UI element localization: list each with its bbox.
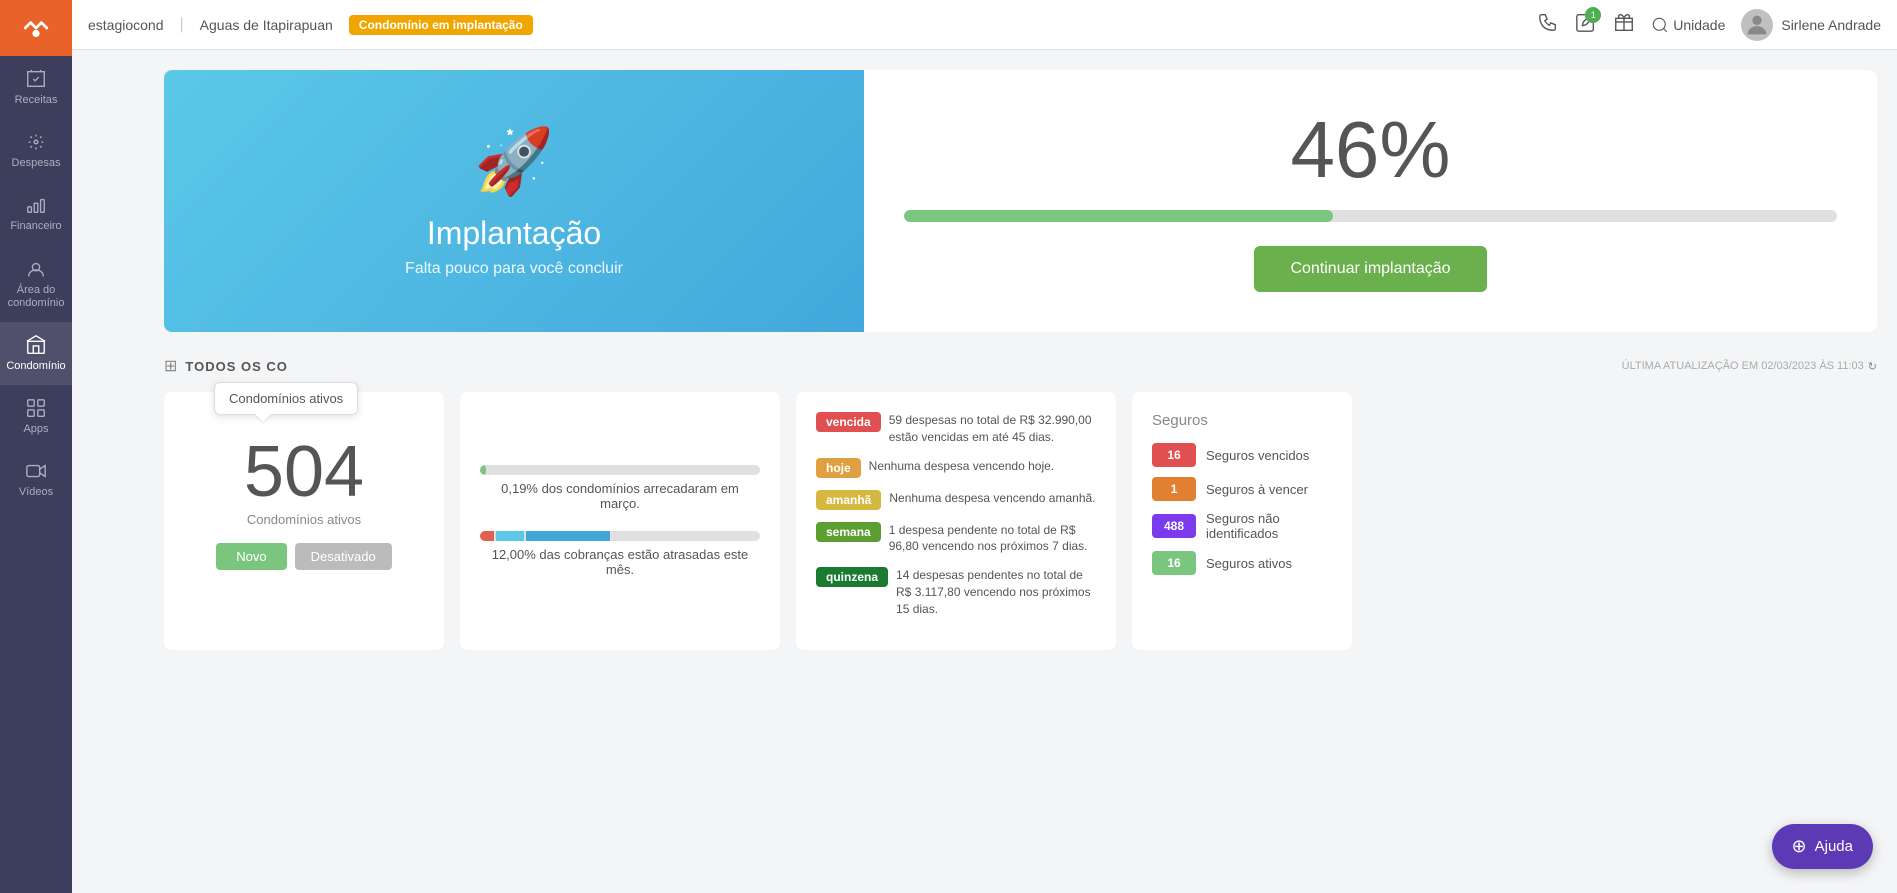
main-content: 🚀 Implantação Falta pouco para você conc…: [144, 50, 1897, 893]
despesa-row-quinzena: quinzena 14 despesas pendentes no total …: [816, 567, 1096, 617]
seguro-count-vencidos: 16: [1152, 443, 1196, 467]
seguro-row-avencer[interactable]: 1 Seguros à vencer: [1152, 477, 1332, 501]
despesas-card: vencida 59 despesas no total de R$ 32.99…: [796, 392, 1116, 650]
topbar-right: 1 Unidade Sirlen: [1537, 9, 1881, 41]
unit-selector[interactable]: Unidade: [1651, 16, 1725, 34]
edit-notification-badge: 1: [1585, 7, 1601, 23]
dashboard-title-row: ⊞ TODOS OS CO: [164, 356, 288, 376]
progress-bar: [904, 210, 1837, 222]
progress-percent: 46%: [1290, 110, 1450, 190]
tooltip-condominio: Condomínios ativos: [214, 382, 358, 415]
dashboard-header: ⊞ TODOS OS CO ÚLTIMA ATUALIZAÇÃO EM 02/0…: [164, 356, 1877, 376]
refresh-icon[interactable]: ↻: [1868, 360, 1877, 373]
help-label: Ajuda: [1815, 838, 1853, 855]
arrecadacao-label-1: 0,19% dos condomínios arrecadaram em mar…: [480, 481, 760, 511]
despesa-row-vencida: vencida 59 despesas no total de R$ 32.99…: [816, 412, 1096, 446]
edit-icon[interactable]: 1: [1575, 11, 1597, 38]
condominios-actions: Novo Desativado: [184, 543, 424, 570]
seguro-count-nao-identificados: 488: [1152, 514, 1196, 538]
arrecadacao-bar-1: [480, 465, 760, 475]
sidebar-item-area-condominio[interactable]: Área do condomínio: [0, 246, 72, 322]
condominios-label: Condomínios ativos: [184, 512, 424, 527]
implantacao-subtitle: Falta pouco para você concluir: [405, 260, 623, 278]
rocket-icon: 🚀: [474, 124, 554, 199]
implantacao-title: Implantação: [427, 215, 601, 252]
sidebar-item-financeiro-label: Financeiro: [10, 220, 61, 233]
sidebar-item-receitas-label: Receitas: [15, 94, 58, 107]
novo-button[interactable]: Novo: [216, 543, 286, 570]
despesa-row-semana: semana 1 despesa pendente no total de R$…: [816, 522, 1096, 556]
despesa-text-vencida: 59 despesas no total de R$ 32.990,00 est…: [889, 412, 1096, 446]
sidebar-item-area-condominio-label: Área do condomínio: [4, 284, 68, 310]
sidebar-item-condominio-label: Condomínio: [6, 360, 65, 373]
topbar-brand: estagiocond: [88, 17, 164, 33]
cards-row: Condomínios ativos 504 Condomínios ativo…: [164, 392, 1877, 650]
sidebar-item-despesas-label: Despesas: [12, 157, 61, 170]
badge-semana: semana: [816, 522, 881, 542]
phone-icon[interactable]: [1537, 11, 1559, 38]
sidebar-item-videos[interactable]: Vídeos: [0, 448, 72, 511]
seguro-count-avencer: 1: [1152, 477, 1196, 501]
sidebar-item-apps-label: Apps: [23, 423, 48, 436]
arrecadacao-bar-section-1: 0,19% dos condomínios arrecadaram em mar…: [480, 465, 760, 511]
arrecadacao-bar-2: [480, 531, 760, 541]
user-menu[interactable]: Sirlene Andrade: [1741, 9, 1881, 41]
seguros-title: Seguros: [1152, 412, 1332, 429]
condominios-card: Condomínios ativos 504 Condomínios ativo…: [164, 392, 444, 650]
avatar: [1741, 9, 1773, 41]
topbar-location: Aguas de Itapirapuan: [200, 17, 333, 33]
help-button[interactable]: ⊕ Ajuda: [1772, 824, 1873, 869]
unit-label: Unidade: [1673, 17, 1725, 33]
arrecadacao-bar-section-2: 12,00% das cobranças estão atrasadas est…: [480, 531, 760, 577]
seguro-label-avencer: Seguros à vencer: [1206, 482, 1308, 497]
seguro-label-ativos: Seguros ativos: [1206, 556, 1292, 571]
topbar: estagiocond | Aguas de Itapirapuan Condo…: [72, 0, 1897, 50]
topbar-status-badge: Condomínio em implantação: [349, 15, 533, 35]
progress-bar-fill: [904, 210, 1333, 222]
grid-icon: ⊞: [164, 356, 177, 376]
arrecadacao-bar-fill-1: [480, 465, 486, 475]
sidebar-item-videos-label: Vídeos: [19, 486, 53, 499]
sidebar-item-financeiro[interactable]: Financeiro: [0, 182, 72, 245]
desativado-button[interactable]: Desativado: [295, 543, 392, 570]
seguro-row-nao-identificados[interactable]: 488 Seguros não identificados: [1152, 511, 1332, 541]
sidebar-item-condominio[interactable]: Condomínio: [0, 322, 72, 385]
badge-quinzena: quinzena: [816, 567, 888, 587]
user-name: Sirlene Andrade: [1781, 17, 1881, 33]
seguros-card: Seguros 16 Seguros vencidos 1 Seguros à …: [1132, 392, 1352, 650]
sidebar-item-apps[interactable]: Apps: [0, 385, 72, 448]
sidebar: Receitas Despesas Financeiro Área do con…: [0, 0, 72, 893]
despesa-text-amanha: Nenhuma despesa vencendo amanhã.: [889, 490, 1095, 507]
badge-vencida: vencida: [816, 412, 881, 432]
badge-hoje: hoje: [816, 458, 861, 478]
arrecadacao-label-2: 12,00% das cobranças estão atrasadas est…: [480, 547, 760, 577]
sidebar-item-despesas[interactable]: Despesas: [0, 119, 72, 182]
seguro-row-vencidos[interactable]: 16 Seguros vencidos: [1152, 443, 1332, 467]
gift-icon[interactable]: [1613, 11, 1635, 38]
implantacao-section: 🚀 Implantação Falta pouco para você conc…: [164, 70, 1877, 332]
arrecadacao-card: 0,19% dos condomínios arrecadaram em mar…: [460, 392, 780, 650]
seguro-label-vencidos: Seguros vencidos: [1206, 448, 1309, 463]
implantacao-progress: 46% Continuar implantação: [864, 70, 1877, 332]
seguro-count-ativos: 16: [1152, 551, 1196, 575]
badge-amanha: amanhã: [816, 490, 881, 510]
despesa-text-semana: 1 despesa pendente no total de R$ 96,80 …: [889, 522, 1096, 556]
last-update-text: ÚLTIMA ATUALIZAÇÃO EM 02/03/2023 ÀS 11:0…: [1622, 360, 1864, 372]
sidebar-item-receitas[interactable]: Receitas: [0, 56, 72, 119]
sidebar-logo[interactable]: [0, 0, 72, 56]
last-update: ÚLTIMA ATUALIZAÇÃO EM 02/03/2023 ÀS 11:0…: [1622, 360, 1877, 373]
seguro-row-ativos[interactable]: 16 Seguros ativos: [1152, 551, 1332, 575]
despesa-row-hoje: hoje Nenhuma despesa vencendo hoje.: [816, 458, 1096, 478]
despesa-text-hoje: Nenhuma despesa vencendo hoje.: [869, 458, 1054, 475]
seguro-label-nao-identificados: Seguros não identificados: [1206, 511, 1332, 541]
condominios-count: 504: [184, 436, 424, 508]
implantacao-banner: 🚀 Implantação Falta pouco para você conc…: [164, 70, 864, 332]
dashboard-title: TODOS OS CO: [185, 359, 288, 374]
help-icon: ⊕: [1792, 836, 1807, 857]
despesa-text-quinzena: 14 despesas pendentes no total de R$ 3.1…: [896, 567, 1096, 617]
despesa-row-amanha: amanhã Nenhuma despesa vencendo amanhã.: [816, 490, 1096, 510]
continue-implantacao-button[interactable]: Continuar implantação: [1254, 246, 1486, 292]
